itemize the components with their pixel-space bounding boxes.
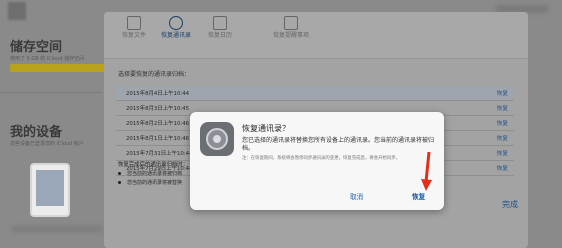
red-arrow-icon [421,152,432,191]
bullet-icon [118,181,121,184]
storage-title: 储存空间 [10,40,63,55]
restore-link[interactable]: 恢复 [497,104,508,112]
ipad-device-image[interactable] [30,163,70,217]
reminders-icon [284,16,298,30]
tab-label: 恢复文件 [121,32,146,39]
dialog-note: 注：在恢复期间，系统将会暂停同步通讯录的变更，恢复完成后，将会开始同步。 [242,156,401,161]
divider [0,92,102,93]
tab-label: 恢复提醒事项 [272,32,309,39]
confirm-restore-button[interactable]: 恢复 [412,191,425,201]
file-icon [127,16,141,30]
restore-note-bullet: 您当前的通讯录将被归档 [118,170,182,177]
tab-bar: 恢复文件 恢复通讯录 恢复日历 恢复提醒事项 [104,12,528,59]
bullet-text: 您当前的通讯录将被替换 [127,180,183,186]
calendar-icon [213,16,227,30]
dialog-title: 恢复通讯录？ [242,124,290,133]
settings-gear-icon [200,122,234,156]
tab-label: 恢复日历 [207,32,232,39]
restore-contacts-dialog: 恢复通讯录？ 您已选择的通讯录将替换您所有设备上的通讯录。您当前的通讯录将被归档… [190,112,444,210]
ipad-screen [36,170,64,206]
device-name-blurred [12,226,102,232]
tab-restore-calendar[interactable]: 恢复日历 [190,16,250,56]
done-button[interactable]: 完成 [502,199,518,210]
restore-link[interactable]: 恢复 [497,149,508,157]
archive-date: 2015年7月31日上午10:44 [126,151,193,157]
bullet-icon [118,172,121,175]
restore-link[interactable]: 恢复 [497,89,508,97]
storage-bar [10,64,105,72]
cancel-button[interactable]: 取消 [350,191,363,201]
storage-subtitle: 使用了 5 GB 的 iCloud 储存空间 [10,56,85,62]
restore-note-bullet: 您当前的通讯录将被替换 [118,179,182,186]
archive-date: 2015年8月1日上午10:46 [126,136,190,142]
tab-restore-reminders[interactable]: 恢复提醒事项 [256,16,326,56]
contacts-icon [169,16,183,30]
restore-link[interactable]: 恢复 [497,134,508,142]
devices-title: 我的设备 [10,125,63,140]
restore-link[interactable]: 恢复 [497,119,508,127]
archive-date: 2015年8月3日上午10:45 [126,106,190,112]
archive-date: 2015年8月2日上午10:46 [126,121,190,127]
gear-hub [213,135,221,143]
devices-subtitle: 这些设备已登录您的 iCloud 帐户 [10,141,84,147]
restore-link[interactable]: 恢复 [497,164,508,172]
dialog-message: 您已选择的通讯录将替换您所有设备上的通讯录。您当前的通讯录将被归档。 [242,137,435,152]
archive-row[interactable]: 2015年8月4日上午10:44 恢复 [116,86,514,101]
restore-note-title: 恢复完成后的通讯录归档时： [118,162,189,168]
archive-date: 2015年8月4日上午10:44 [126,91,190,97]
bullet-text: 您当前的通讯录将被归档 [127,171,183,177]
tab-label: 恢复通讯录 [160,32,191,39]
archive-prompt: 选择要恢复的通讯录归档： [118,71,191,78]
user-avatar [8,2,26,20]
